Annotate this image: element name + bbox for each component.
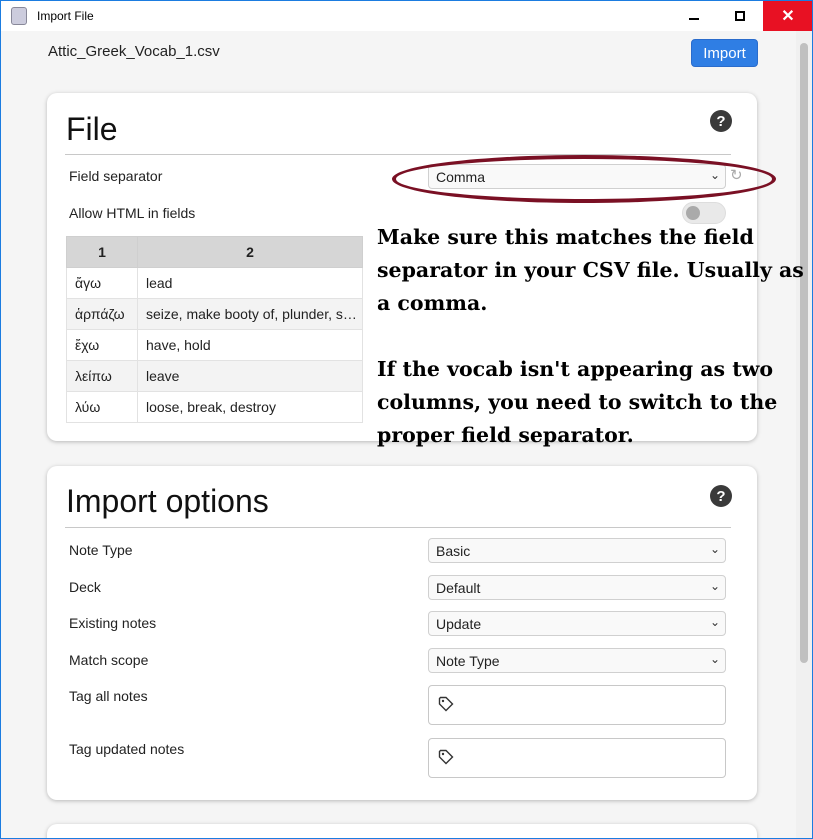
- next-section: [47, 824, 757, 838]
- table-row: ἔχω have, hold: [66, 329, 363, 361]
- table-cell: loose, break, destroy: [137, 391, 363, 423]
- table-cell: leave: [137, 360, 363, 392]
- file-section-title: File: [66, 111, 118, 147]
- chevron-down-icon: ⌄: [709, 615, 720, 629]
- annotation-highlight-ellipse: [392, 155, 776, 203]
- table-cell: lead: [137, 267, 363, 299]
- existing-notes-value: Update: [436, 616, 482, 632]
- import-options-section: Import options ? Note Type Basic ⌄ Deck …: [47, 466, 757, 800]
- deck-value: Default: [436, 580, 481, 596]
- annotation-line-2: If the vocab isn't appearing as two colu…: [377, 357, 778, 447]
- table-cell: seize, make booty of, plunder, snatch aw…: [137, 298, 363, 330]
- existing-notes-select[interactable]: Update ⌄: [428, 611, 726, 636]
- close-button[interactable]: ✕: [763, 1, 812, 31]
- table-row: λύω loose, break, destroy: [66, 391, 363, 423]
- chevron-down-icon: ⌄: [709, 652, 720, 666]
- deck-label: Deck: [69, 579, 101, 595]
- import-options-title: Import options: [66, 483, 269, 519]
- file-name: Attic_Greek_Vocab_1.csv: [48, 43, 220, 60]
- table-cell: ἄγω: [66, 267, 138, 299]
- note-type-label: Note Type: [69, 542, 133, 558]
- chevron-down-icon: ⌄: [709, 542, 720, 556]
- table-cell: ἔχω: [66, 329, 138, 361]
- help-icon[interactable]: ?: [710, 485, 732, 507]
- header-bar: Attic_Greek_Vocab_1.csv Import: [9, 31, 796, 75]
- toggle-knob: [686, 206, 700, 220]
- existing-notes-label: Existing notes: [69, 615, 157, 631]
- maximize-icon: [735, 11, 745, 21]
- import-button[interactable]: Import: [691, 39, 758, 67]
- help-icon[interactable]: ?: [710, 110, 732, 132]
- chevron-down-icon: ⌄: [709, 579, 720, 593]
- minimize-button[interactable]: [671, 1, 717, 31]
- table-cell: λείπω: [66, 360, 138, 392]
- table-cell: have, hold: [137, 329, 363, 361]
- table-cell: λύω: [66, 391, 138, 423]
- allow-html-label: Allow HTML in fields: [69, 205, 196, 221]
- tag-updated-notes-input[interactable]: [428, 738, 726, 778]
- tag-all-notes-input[interactable]: [428, 685, 726, 725]
- window-title: Import File: [37, 9, 94, 23]
- annotation-text: Make sure this matches the field separat…: [377, 221, 807, 485]
- field-separator-label: Field separator: [69, 168, 163, 184]
- table-row: λείπω leave: [66, 360, 363, 392]
- title-bar: Import File ✕: [1, 1, 812, 31]
- tag-all-notes-label: Tag all notes: [69, 688, 148, 704]
- divider: [65, 527, 731, 528]
- close-icon: ✕: [781, 8, 795, 25]
- tag-updated-notes-label: Tag updated notes: [69, 741, 185, 757]
- import-file-window: Import File ✕ Attic_Greek_Vocab_1.csv Im…: [0, 0, 813, 839]
- table-row: ἄγω lead: [66, 267, 363, 299]
- match-scope-label: Match scope: [69, 652, 149, 668]
- annotation-line-1: Make sure this matches the field separat…: [377, 225, 804, 315]
- table-row: ἁρπάζω seize, make booty of, plunder, sn…: [66, 298, 363, 330]
- preview-table: 1 2 ἄγω lead ἁρπάζω seize, make booty of…: [66, 236, 363, 423]
- tag-icon: [438, 749, 454, 765]
- column-header: 1: [66, 236, 138, 268]
- tag-icon: [438, 696, 454, 712]
- column-header: 2: [137, 236, 363, 268]
- match-scope-select[interactable]: Note Type ⌄: [428, 648, 726, 673]
- maximize-button[interactable]: [717, 1, 763, 31]
- table-cell: ἁρπάζω: [66, 298, 138, 330]
- deck-select[interactable]: Default ⌄: [428, 575, 726, 600]
- match-scope-value: Note Type: [436, 653, 500, 669]
- note-type-select[interactable]: Basic ⌄: [428, 538, 726, 563]
- minimize-icon: [689, 18, 699, 20]
- app-icon: [11, 7, 27, 25]
- note-type-value: Basic: [436, 543, 471, 559]
